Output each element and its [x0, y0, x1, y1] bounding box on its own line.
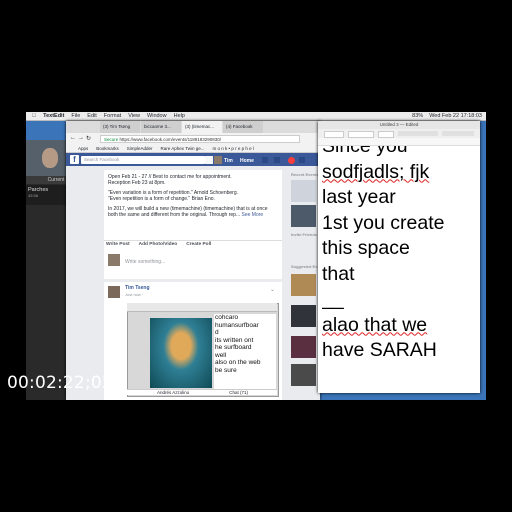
tab-strip: (3) Tim Tseng biccaome 3... (3) (timemac…	[66, 121, 320, 133]
create-poll-tab[interactable]: Create Poll	[186, 242, 211, 247]
tab-tim-tseng[interactable]: (3) Tim Tseng	[100, 121, 140, 133]
event-thumb[interactable]	[291, 305, 316, 327]
video-timecode: 00:02:22;05	[7, 373, 113, 393]
tab-timemachine[interactable]: (3) (timemac...	[182, 121, 222, 133]
event-thumb[interactable]	[291, 274, 316, 296]
menu-help[interactable]: Help	[174, 113, 185, 119]
url-text: https://www.facebook.com/events/11891832…	[119, 137, 222, 142]
text-line: have SARAH	[322, 339, 437, 361]
text-line: __	[322, 288, 344, 310]
compose-input[interactable]: Write something...	[125, 259, 165, 265]
chevron-down-icon[interactable]: ⌄	[270, 286, 275, 293]
facebook-search-input[interactable]: Search Facebook	[81, 156, 205, 164]
sculpture-photo	[150, 318, 212, 388]
search-icon[interactable]	[205, 156, 213, 164]
bookmark-apps[interactable]: Apps	[78, 145, 88, 152]
note-line: d	[215, 329, 219, 336]
post-timestamp: Just now ·	[125, 292, 144, 297]
note-line: well	[215, 351, 227, 359]
messages-icon[interactable]	[274, 157, 280, 163]
bookmark-monk[interactable]: m o n k • p r e p h e l	[213, 145, 254, 152]
chat-bar: Andrés Azzolino Chat (71)	[127, 389, 277, 395]
profile-link[interactable]: Tim	[224, 158, 233, 164]
note-line: its written ont	[215, 336, 254, 344]
chat-contact[interactable]: Andrés Azzolino	[157, 390, 189, 395]
text-line: alao that we	[322, 313, 428, 336]
reload-icon[interactable]: ↻	[86, 135, 91, 142]
menu-view[interactable]: View	[128, 113, 140, 119]
add-photo-tab[interactable]: Add Photo/Video	[139, 242, 178, 247]
menu-bar:  TextEdit File Edit Format View Window …	[26, 112, 486, 121]
note-line: humansurfboar	[215, 321, 259, 329]
text-line: last year	[322, 186, 396, 208]
battery-level[interactable]: 83%	[412, 113, 423, 119]
text-line: that	[322, 262, 355, 285]
menu-window[interactable]: Window	[147, 113, 167, 119]
post-line: Reception Feb 23 at 8pm.	[108, 180, 166, 186]
bookmark-simpleadder[interactable]: SimpleAdder	[127, 145, 153, 152]
address-bar[interactable]: Secure https://www.facebook.com/events/1…	[100, 135, 300, 143]
menu-format[interactable]: Format	[104, 113, 121, 119]
text-line: sodfjadls; fjk	[322, 160, 430, 183]
screenshot-toolbar	[127, 303, 277, 312]
event-thumb[interactable]	[291, 364, 316, 386]
bookmarks-bar: Apps Bookmarks SimpleAdder Rare Aphex Tw…	[66, 145, 320, 153]
app-menu[interactable]: TextEdit	[43, 113, 64, 119]
back-icon[interactable]: ←	[70, 135, 76, 141]
document-body[interactable]: Since you sodfjadls; fjk last year 1st y…	[322, 146, 478, 392]
recent-events-label: Recent Events	[291, 172, 319, 177]
align-buttons[interactable]	[442, 131, 474, 136]
text-line: 1st you create	[322, 211, 445, 234]
text-line: Since you	[322, 146, 408, 157]
bookmark-bookmarks[interactable]: Bookmarks	[96, 145, 119, 152]
menu-file[interactable]: File	[71, 113, 80, 119]
style-select[interactable]	[348, 131, 374, 138]
post-line: both the same and different from the ori…	[108, 212, 241, 218]
see-more-link[interactable]: See More	[242, 212, 264, 218]
composer-tabs: Write Post Add Photo/Video Create Poll	[106, 242, 211, 247]
forward-icon[interactable]: →	[78, 135, 84, 141]
help-icon[interactable]	[299, 157, 305, 163]
event-thumb[interactable]	[291, 180, 316, 202]
write-post-tab[interactable]: Write Post	[106, 242, 130, 247]
note-line: also on the web	[215, 359, 261, 366]
menu-edit[interactable]: Edit	[87, 113, 96, 119]
home-link[interactable]: Home	[240, 158, 254, 164]
screenshot-note: cohcaro humansurfboar d its written ont …	[214, 314, 276, 392]
style-buttons[interactable]	[398, 131, 438, 136]
ruler[interactable]	[318, 138, 480, 146]
textedit-title: Untitled 3 — Edited	[318, 121, 480, 129]
secure-label: Secure	[104, 137, 119, 142]
suggested-events-label: Suggested Ev	[291, 264, 318, 269]
event-thumb[interactable]	[291, 336, 316, 358]
font-select[interactable]	[324, 131, 344, 138]
avatar[interactable]	[214, 156, 222, 164]
invite-friends-label: Invite Friends	[291, 232, 318, 237]
note-line: cohcaro	[215, 314, 239, 321]
text-line: this space	[322, 237, 410, 259]
post-author[interactable]: Tim Tseng	[125, 285, 150, 291]
avatar	[108, 254, 120, 266]
notifications-icon[interactable]	[288, 157, 295, 164]
tab-facebook[interactable]: (4) Facebook	[223, 121, 263, 133]
bookmark-aphex[interactable]: Rare Aphex Twin ge...	[161, 145, 205, 152]
post-line: "Even repetition is a form of change." B…	[108, 196, 215, 202]
tab-youtube[interactable]: biccaome 3...	[141, 121, 181, 133]
friends-icon[interactable]	[262, 157, 268, 163]
menu-clock[interactable]: Wed Feb 22 17:18:03	[429, 113, 482, 119]
person-silhouette	[42, 148, 58, 168]
avatar[interactable]	[108, 286, 120, 298]
note-line: be sure	[215, 366, 237, 374]
note-line: he surfboard	[215, 344, 252, 351]
chat-toggle[interactable]: Chat (71)	[229, 390, 248, 395]
event-thumb[interactable]	[291, 205, 316, 227]
apple-icon[interactable]: 	[32, 113, 36, 119]
facebook-logo-icon[interactable]: f	[70, 155, 79, 164]
size-select[interactable]	[378, 131, 394, 138]
